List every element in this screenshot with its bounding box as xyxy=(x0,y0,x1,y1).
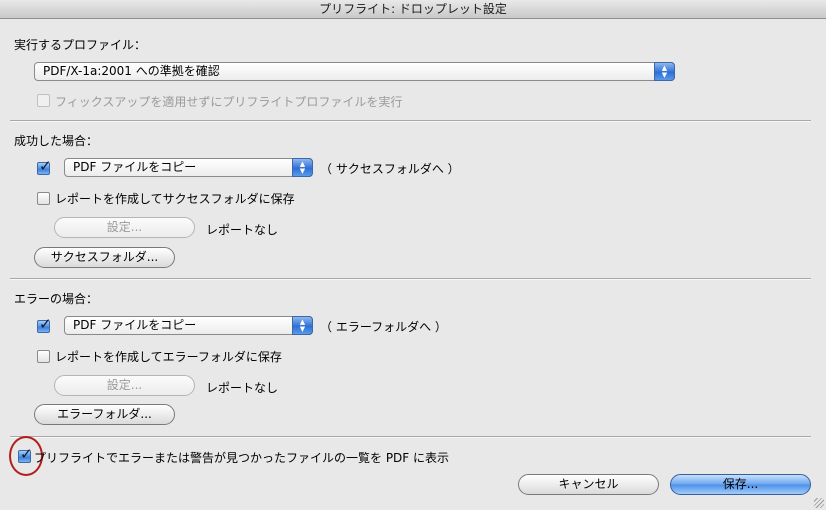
checkmark-icon: ✓ xyxy=(39,315,52,333)
success-folder-button[interactable]: サクセスフォルダ... xyxy=(34,247,175,268)
success-section-label: 成功した場合： xyxy=(14,134,99,148)
error-settings-button[interactable]: 設定... xyxy=(54,375,195,396)
window-title-bar: プリフライト: ドロップレット設定 xyxy=(0,0,826,19)
profile-popup-value: PDF/X-1a:2001 への準拠を確認 xyxy=(43,64,220,78)
summary-label: プリフライトでエラーまたは警告が見つかったファイルの一覧を PDF に表示 xyxy=(34,451,450,465)
resize-grip-icon[interactable] xyxy=(814,498,824,508)
popup-arrows-icon: ▲ ▼ xyxy=(292,316,313,335)
error-copy-checkbox[interactable]: ✓ xyxy=(37,315,52,333)
error-report-checkbox[interactable] xyxy=(37,350,50,363)
profile-section-label: 実行するプロファイル： xyxy=(14,38,147,52)
profile-popup[interactable]: PDF/X-1a:2001 への準拠を確認 ▲ ▼ xyxy=(34,62,675,81)
error-folder-button[interactable]: エラーフォルダ... xyxy=(34,404,175,425)
success-action-value: PDF ファイルをコピー xyxy=(73,160,197,174)
popup-arrows-icon: ▲ ▼ xyxy=(292,158,313,177)
error-target-note: （ エラーフォルダへ ） xyxy=(320,320,447,334)
success-settings-button[interactable]: 設定... xyxy=(54,217,195,238)
success-action-popup[interactable]: PDF ファイルをコピー ▲ ▼ xyxy=(64,158,313,177)
error-report-label: レポートを作成してエラーフォルダに保存 xyxy=(55,350,282,364)
error-action-popup[interactable]: PDF ファイルをコピー ▲ ▼ xyxy=(64,316,313,335)
error-section-label: エラーの場合： xyxy=(14,292,99,306)
window-title: プリフライト: ドロップレット設定 xyxy=(319,2,507,16)
separator xyxy=(10,278,811,280)
separator xyxy=(10,120,811,122)
cancel-button[interactable]: キャンセル xyxy=(518,474,659,495)
success-report-checkbox[interactable] xyxy=(37,192,50,205)
separator xyxy=(10,436,811,438)
save-button[interactable]: 保存... xyxy=(670,474,811,495)
error-action-value: PDF ファイルをコピー xyxy=(73,318,197,332)
checkmark-icon: ✓ xyxy=(39,157,52,175)
success-target-note: （ サクセスフォルダへ ） xyxy=(320,162,460,176)
no-fixup-label: フィックスアップを適用せずにプリフライトプロファイルを実行 xyxy=(55,95,403,109)
no-fixup-checkbox[interactable] xyxy=(37,94,50,107)
error-report-status: レポートなし xyxy=(206,381,279,395)
popup-arrows-icon: ▲ ▼ xyxy=(654,62,675,81)
success-report-label: レポートを作成してサクセスフォルダに保存 xyxy=(55,192,295,206)
success-copy-checkbox[interactable]: ✓ xyxy=(37,157,52,175)
success-report-status: レポートなし xyxy=(206,223,279,237)
